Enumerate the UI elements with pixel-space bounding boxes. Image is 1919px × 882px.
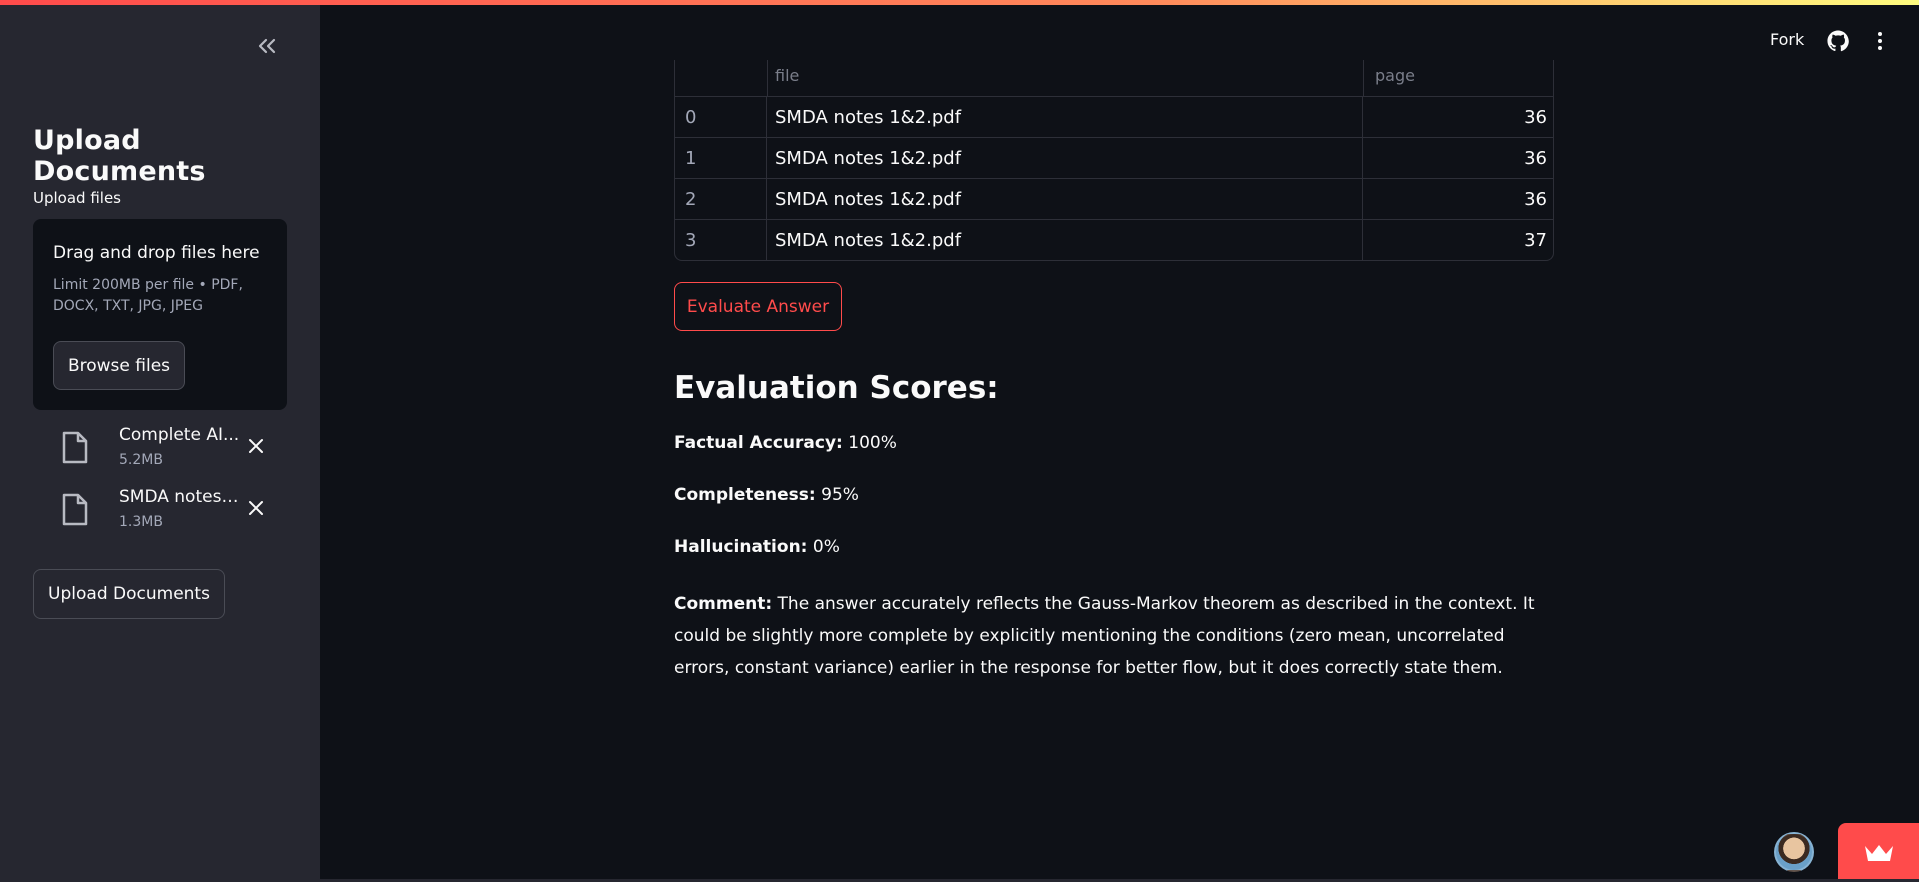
table-row: 1 SMDA notes 1&2.pdf 36 [675, 137, 1553, 178]
row-file: SMDA notes 1&2.pdf [767, 138, 1363, 178]
file-name: SMDA notes ... [119, 487, 241, 507]
table-row: 0 SMDA notes 1&2.pdf 36 [675, 96, 1553, 137]
crown-icon [1864, 844, 1893, 861]
metric-hallucination: Hallucination: 0% [674, 537, 840, 557]
row-index: 1 [675, 138, 767, 178]
row-file: SMDA notes 1&2.pdf [767, 220, 1363, 260]
dropzone-title: Drag and drop files here [53, 243, 260, 263]
double-chevron-left-icon [258, 38, 276, 54]
table-row: 3 SMDA notes 1&2.pdf 37 [675, 219, 1553, 260]
metric-value: 95% [821, 485, 859, 505]
sidebar: Upload Documents Upload files Drag and d… [0, 5, 320, 882]
fork-link[interactable]: Fork [1770, 30, 1804, 49]
table-header: file page [675, 60, 1553, 96]
metric-label: Hallucination: [674, 537, 808, 557]
row-index: 0 [675, 97, 767, 137]
sources-table: file page 0 SMDA notes 1&2.pdf 36 1 SMDA… [674, 60, 1554, 261]
evaluation-comment: Comment: The answer accurately reflects … [674, 588, 1564, 684]
evaluation-scores-heading: Evaluation Scores: [674, 370, 999, 406]
metric-completeness: Completeness: 95% [674, 485, 859, 505]
table-row: 2 SMDA notes 1&2.pdf 36 [675, 178, 1553, 219]
user-avatar[interactable] [1774, 832, 1814, 872]
row-index: 3 [675, 220, 767, 260]
file-size: 5.2MB [119, 452, 163, 468]
metric-factual-accuracy: Factual Accuracy: 100% [674, 433, 897, 453]
row-file: SMDA notes 1&2.pdf [767, 97, 1363, 137]
metric-label: Completeness: [674, 485, 816, 505]
row-page: 37 [1524, 229, 1547, 251]
upload-files-label: Upload files [33, 189, 121, 207]
column-header-file: file [775, 66, 800, 85]
github-icon[interactable] [1827, 30, 1849, 52]
row-file: SMDA notes 1&2.pdf [767, 179, 1363, 219]
comment-label: Comment: [674, 594, 773, 614]
remove-file-button[interactable] [243, 495, 269, 521]
file-dropzone[interactable]: Drag and drop files here Limit 200MB per… [33, 219, 287, 410]
dropzone-limit-text: Limit 200MB per file • PDF, DOCX, TXT, J… [53, 277, 243, 314]
uploaded-file-item: Complete AI... 5.2MB [60, 425, 280, 475]
comment-text: The answer accurately reflects the Gauss… [674, 594, 1535, 678]
remove-file-button[interactable] [243, 433, 269, 459]
uploaded-file-item: SMDA notes ... 1.3MB [60, 487, 280, 537]
evaluate-answer-button[interactable]: Evaluate Answer [674, 282, 842, 331]
upload-documents-button[interactable]: Upload Documents [33, 569, 225, 619]
metric-value: 100% [848, 433, 897, 453]
row-page: 36 [1524, 147, 1547, 169]
sidebar-title: Upload Documents [33, 125, 206, 187]
file-icon [62, 493, 88, 526]
main-menu-button[interactable] [1870, 30, 1890, 52]
collapse-sidebar-button[interactable] [252, 31, 282, 61]
close-icon [249, 501, 263, 515]
file-name: Complete AI... [119, 425, 240, 445]
metric-value: 0% [812, 537, 840, 557]
row-index: 2 [675, 179, 767, 219]
column-header-page: page [1375, 66, 1415, 85]
streamlit-badge[interactable] [1838, 823, 1919, 882]
file-size: 1.3MB [119, 514, 163, 530]
row-page: 36 [1524, 188, 1547, 210]
metric-label: Factual Accuracy: [674, 433, 843, 453]
row-page: 36 [1524, 106, 1547, 128]
close-icon [249, 439, 263, 453]
file-icon [62, 431, 88, 464]
browse-files-button[interactable]: Browse files [53, 341, 185, 390]
